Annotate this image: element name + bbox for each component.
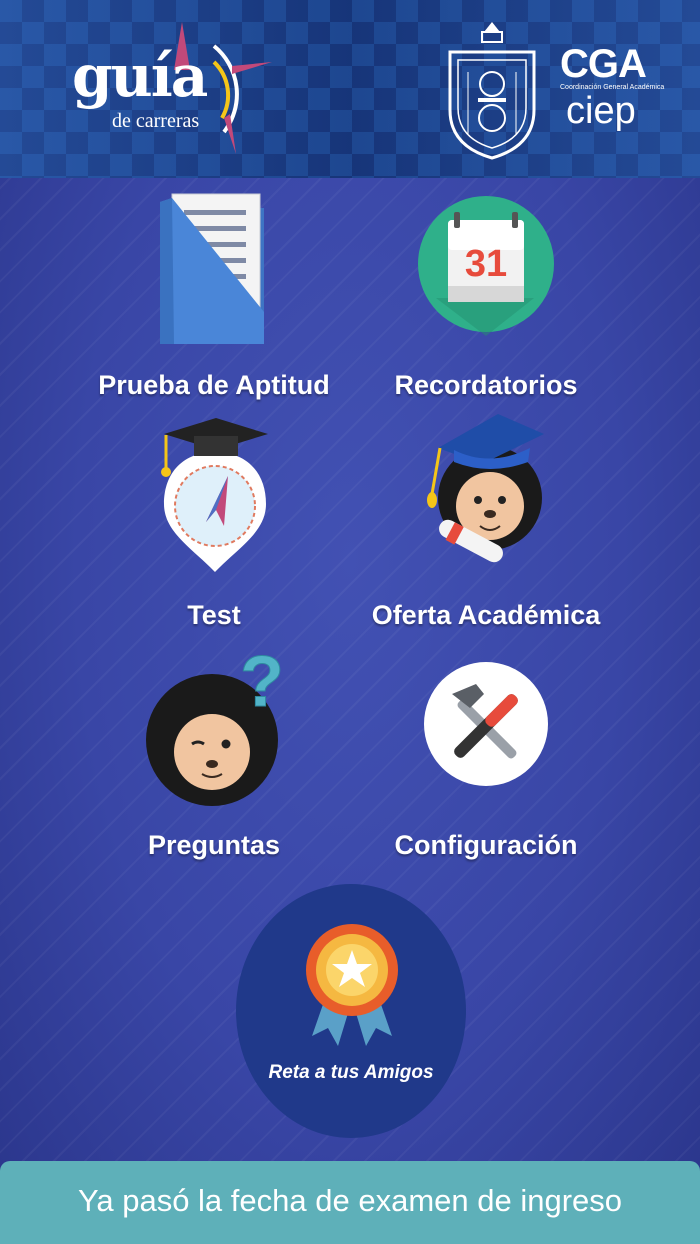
ciep-wordmark: ciep [566,90,636,132]
header: guía de carreras CGA Coordinación Genera… [0,0,700,178]
cga-title: CGA [560,42,647,86]
udg-crest-logo [444,18,540,160]
guia-subtitle: de carreras [112,110,200,132]
menu-label-test: Test [187,600,241,630]
lion-graduate-icon [427,414,544,563]
guia-wordmark: guía [72,42,208,110]
menu-label-configuracion: Configuración [394,830,578,860]
menu-item-oferta-academica[interactable]: Oferta Académica [368,414,604,638]
question-mark: ? [240,644,284,722]
folder-document-icon [160,193,264,344]
lion-question-icon: ? [146,644,284,806]
challenge-friends-button[interactable]: Reta a tus Amigos [236,884,466,1138]
challenge-label: Reta a tus Amigos [268,1062,434,1083]
menu-label-prueba: Prueba de Aptitud [98,370,330,400]
menu-item-prueba-aptitud[interactable]: Prueba de Aptitud [96,186,332,410]
calendar-icon: 31 [418,196,554,336]
guia-logo: guía de carreras [64,22,284,162]
menu-item-test[interactable]: Test [96,414,332,638]
exam-date-banner: Ya pasó la fecha de examen de ingreso [0,1161,700,1244]
cga-ciep-logo: CGA Coordinación General Académica ciep [558,42,668,178]
award-ribbon-icon [306,924,398,1046]
banner-text: Ya pasó la fecha de examen de ingreso [77,1183,622,1218]
menu-label-oferta: Oferta Académica [371,600,601,630]
calendar-day: 31 [465,243,507,285]
tools-icon [424,662,548,786]
menu-item-recordatorios[interactable]: 31 Recordatorios [368,186,604,410]
graduation-compass-icon [161,418,268,572]
menu-item-preguntas[interactable]: ? Preguntas [96,644,332,868]
menu-label-preguntas: Preguntas [147,830,281,860]
menu-item-configuracion[interactable]: Configuración [368,644,604,868]
menu-label-recordatorios: Recordatorios [394,370,578,400]
